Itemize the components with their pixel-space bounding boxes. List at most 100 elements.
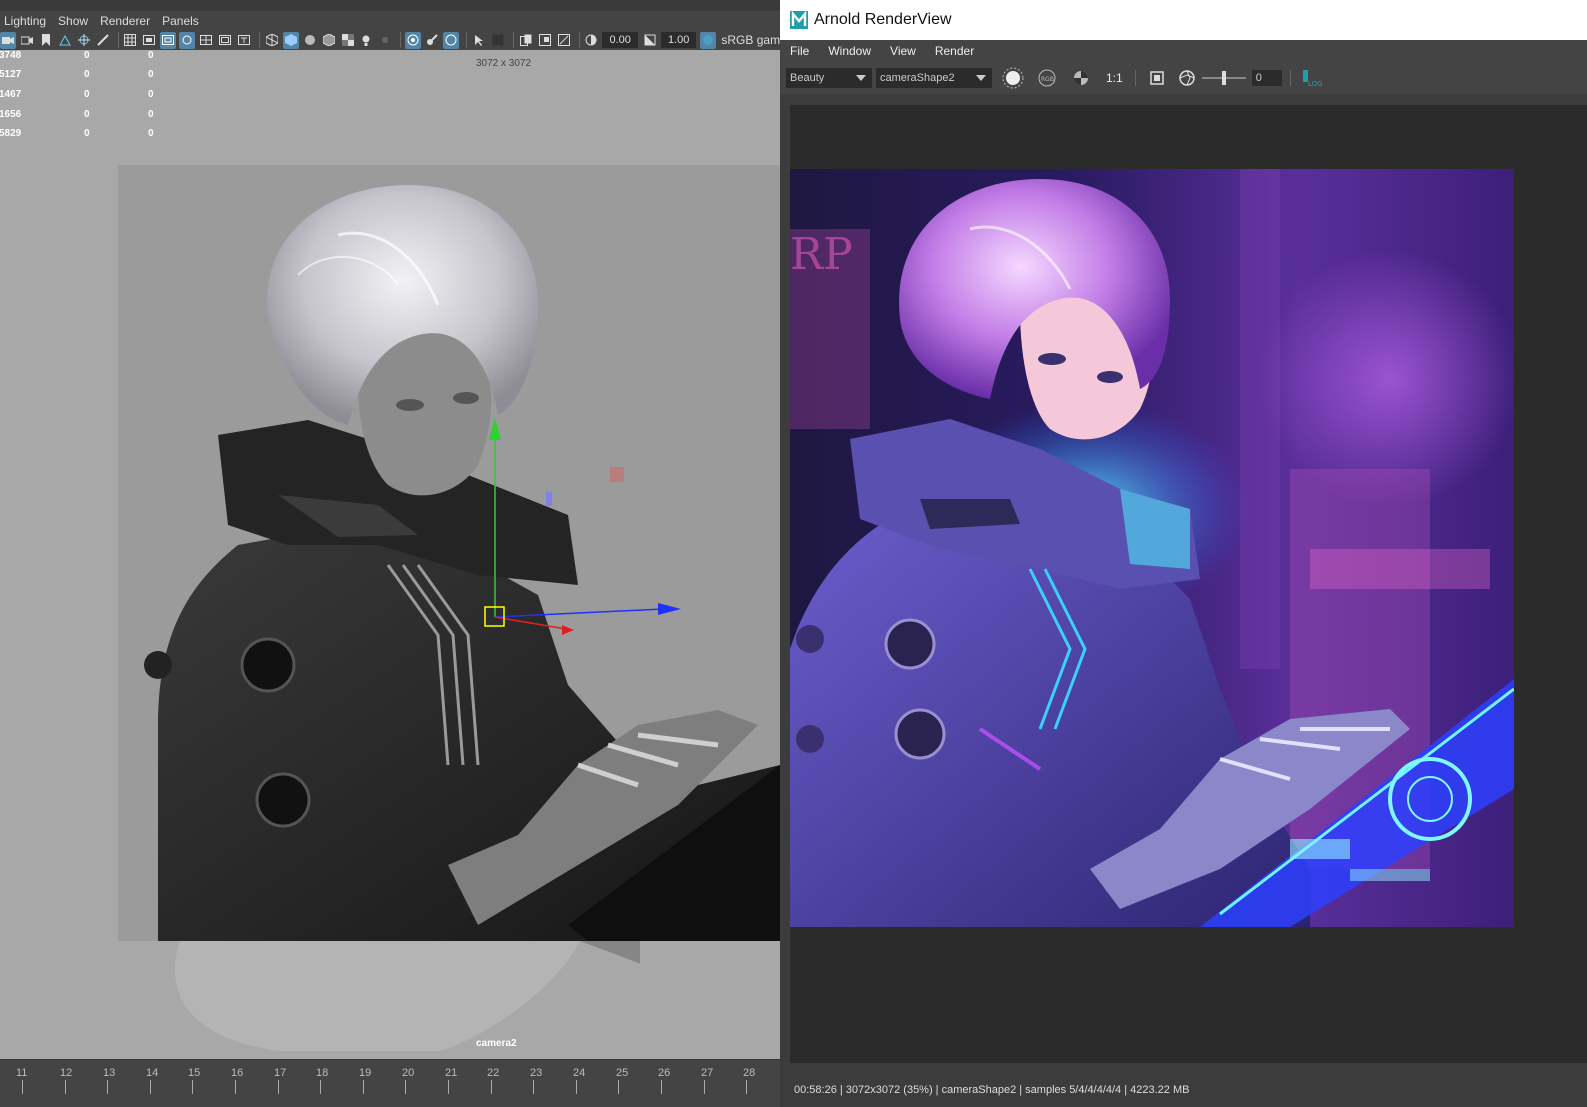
isolate-select-icon[interactable] xyxy=(443,31,460,49)
grid-icon[interactable] xyxy=(122,32,138,49)
multi-panel-icon[interactable] xyxy=(518,32,534,49)
resolution-gate-label: 3072 x 3072 xyxy=(476,58,532,69)
timeline-tick xyxy=(192,1080,194,1094)
exposure-aperture-icon[interactable] xyxy=(1176,67,1198,89)
timeline-frame-label: 26 xyxy=(658,1067,671,1079)
timeline-tick xyxy=(661,1080,662,1094)
timeline-frame-label: 14 xyxy=(146,1067,159,1079)
select-tool-icon[interactable] xyxy=(471,32,487,49)
timeline-tick xyxy=(618,1080,620,1094)
shadows-icon[interactable] xyxy=(377,32,393,49)
wireframe-on-shaded-icon[interactable] xyxy=(321,32,337,49)
frame-selection-icon[interactable] xyxy=(556,32,572,49)
timeline-frame-label: 13 xyxy=(103,1067,116,1079)
svg-text:RP: RP xyxy=(790,229,853,280)
time-slider[interactable]: 11 12 13 14 15 16 17 18 19 20 21 22 23 2… xyxy=(0,1059,780,1107)
renderview-toolbar: Beauty cameraShape2 RGB 1:1 0 LOG xyxy=(780,62,1587,94)
view-transform-select[interactable]: sRGB gam xyxy=(721,33,780,47)
ratio-button[interactable]: 1:1 xyxy=(1106,71,1123,85)
svg-text:RGB: RGB xyxy=(1041,76,1054,83)
menu-file[interactable]: File xyxy=(780,44,818,58)
frame-panels-icon[interactable] xyxy=(537,32,553,49)
safe-action-icon[interactable] xyxy=(217,32,233,49)
window-titlebar[interactable]: Arnold RenderView xyxy=(780,0,1587,40)
maya-viewport-panel: Lighting Show Renderer Panels 0.00 1.00 … xyxy=(0,0,780,1107)
hud-panel-icon[interactable] xyxy=(490,32,506,49)
timeline-tick xyxy=(533,1080,535,1094)
textured-icon[interactable] xyxy=(340,32,356,49)
exposure-value-field[interactable]: 0 xyxy=(1251,70,1282,86)
aov-select-value: Beauty xyxy=(790,72,825,84)
timeline-frame-label: 24 xyxy=(573,1067,586,1079)
timeline-frame-label: 17 xyxy=(274,1067,287,1079)
menu-lighting[interactable]: Lighting xyxy=(0,14,54,28)
film-gate-icon[interactable] xyxy=(141,32,157,49)
color-management-icon[interactable] xyxy=(700,31,717,49)
default-material-icon[interactable] xyxy=(302,32,318,49)
timeline-frame-label: 25 xyxy=(616,1067,629,1079)
image-plane-icon[interactable] xyxy=(57,32,73,49)
grease-pencil-icon[interactable] xyxy=(95,32,111,49)
gamma-field[interactable]: 1.00 xyxy=(660,32,697,48)
wireframe-icon[interactable] xyxy=(264,32,280,49)
rgb-channel-icon[interactable]: RGB xyxy=(1036,67,1058,89)
menu-view[interactable]: View xyxy=(880,44,925,58)
resolution-gate-area xyxy=(118,165,780,941)
menu-render[interactable]: Render xyxy=(925,44,983,58)
timeline-tick xyxy=(405,1080,407,1094)
menu-show[interactable]: Show xyxy=(54,14,96,28)
timeline-tick xyxy=(320,1080,322,1094)
smooth-shade-icon[interactable] xyxy=(282,31,299,49)
toolbar-divider xyxy=(466,32,467,48)
display-settings-icon[interactable] xyxy=(1070,67,1092,89)
xray-icon[interactable] xyxy=(405,31,422,49)
select-camera-icon[interactable] xyxy=(0,31,16,49)
menu-panels[interactable]: Panels xyxy=(158,14,207,28)
resolution-gate-icon[interactable] xyxy=(160,31,177,49)
toolbar-divider xyxy=(578,32,580,48)
two-d-pan-icon[interactable] xyxy=(76,32,92,49)
exposure-icon[interactable] xyxy=(583,32,599,49)
menu-renderer[interactable]: Renderer xyxy=(96,14,158,28)
aov-select[interactable]: Beauty xyxy=(786,68,872,88)
field-chart-icon[interactable] xyxy=(198,32,214,49)
menu-window[interactable]: Window xyxy=(818,44,880,58)
timeline-frame-label: 28 xyxy=(743,1067,756,1079)
render-image-artwork: RP xyxy=(790,169,1514,927)
camera-name-label: camera2 xyxy=(476,1038,517,1049)
exposure-slider[interactable] xyxy=(1200,70,1248,86)
viewport-character-render xyxy=(118,165,780,941)
camera-attributes-icon[interactable] xyxy=(19,32,35,49)
timeline-tick xyxy=(575,1080,577,1094)
timeline-tick xyxy=(64,1080,66,1094)
hud-row: 5829 0 0 xyxy=(0,128,154,139)
timeline-tick xyxy=(107,1080,109,1094)
arnold-renderview-window: Arnold RenderView File Window View Rende… xyxy=(780,0,1587,1107)
bookmark-icon[interactable] xyxy=(38,32,54,49)
gamma-icon[interactable] xyxy=(642,32,658,49)
xray-joints-icon[interactable] xyxy=(424,32,440,49)
3d-viewport[interactable]: 3748 0 0 5127 0 0 1467 0 0 1656 0 0 5829 0 0 3072 … xyxy=(0,50,780,1059)
timeline-frame-label: 11 xyxy=(16,1067,28,1079)
toolbar-divider xyxy=(400,32,402,48)
timeline-tick xyxy=(149,1080,151,1094)
use-lights-icon[interactable] xyxy=(358,32,374,49)
chevron-down-icon xyxy=(976,75,986,81)
camera-select[interactable]: cameraShape2 xyxy=(876,68,992,88)
render-canvas[interactable]: RP xyxy=(790,105,1587,1063)
timeline-frame-label: 27 xyxy=(701,1067,714,1079)
render-button-icon[interactable] xyxy=(1002,67,1024,89)
rendered-image: RP xyxy=(790,169,1514,927)
timeline-tick xyxy=(277,1080,279,1094)
timeline-frame-label: 16 xyxy=(231,1067,244,1079)
toolbar-divider xyxy=(1289,70,1291,86)
log-icon[interactable]: LOG xyxy=(1301,67,1323,89)
timeline-tick xyxy=(490,1080,492,1094)
crop-region-icon[interactable] xyxy=(1146,67,1168,89)
hud-row: 1467 0 0 xyxy=(0,89,154,100)
toolbar-divider xyxy=(1134,70,1136,86)
hud-row: 3748 0 0 xyxy=(0,50,154,61)
gate-mask-icon[interactable] xyxy=(179,31,196,49)
exposure-field[interactable]: 0.00 xyxy=(602,32,638,48)
safe-title-icon[interactable] xyxy=(236,32,252,49)
